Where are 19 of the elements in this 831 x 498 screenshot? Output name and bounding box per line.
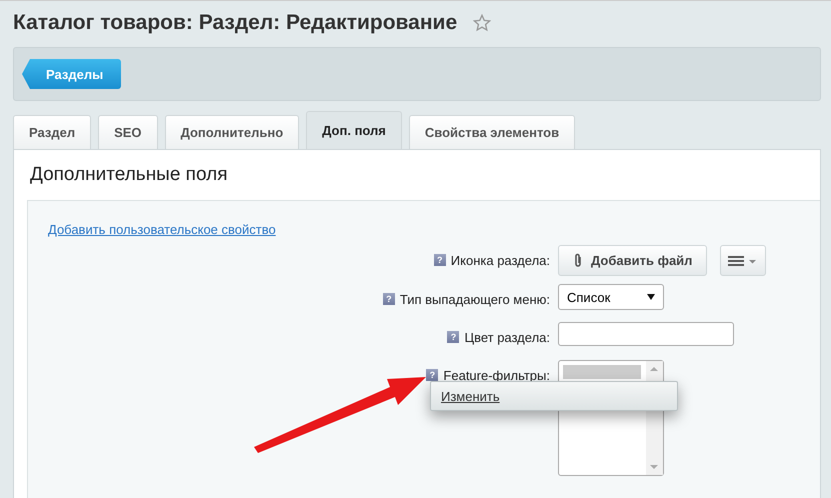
color-field[interactable] (558, 322, 734, 346)
add-property-link[interactable]: Добавить пользовательское свойство (48, 222, 276, 237)
tab[interactable]: Свойства элементов (408, 115, 576, 149)
tab[interactable]: Дополнительно (164, 115, 300, 149)
menu-icon (728, 254, 758, 266)
paperclip-icon (573, 253, 583, 268)
tab[interactable]: Доп. поля (306, 111, 402, 149)
field-label: Цвет раздела: (464, 330, 550, 344)
menu-button[interactable] (720, 245, 766, 276)
field-label: Иконка раздела: (450, 252, 550, 268)
field-label: Тип выпадающего меню: (400, 292, 550, 306)
dropdown[interactable]: Список (558, 284, 664, 310)
page-title: Каталог товаров: Раздел: Редактирование (13, 11, 458, 35)
field-label: Feature-фильтры: (443, 368, 550, 382)
tab[interactable]: Раздел (13, 115, 92, 149)
add-file-button[interactable]: Добавить файл (558, 245, 708, 276)
menu-item[interactable]: Изменить (441, 388, 500, 404)
star-icon[interactable] (473, 14, 492, 32)
tab[interactable]: SEO (98, 115, 158, 149)
